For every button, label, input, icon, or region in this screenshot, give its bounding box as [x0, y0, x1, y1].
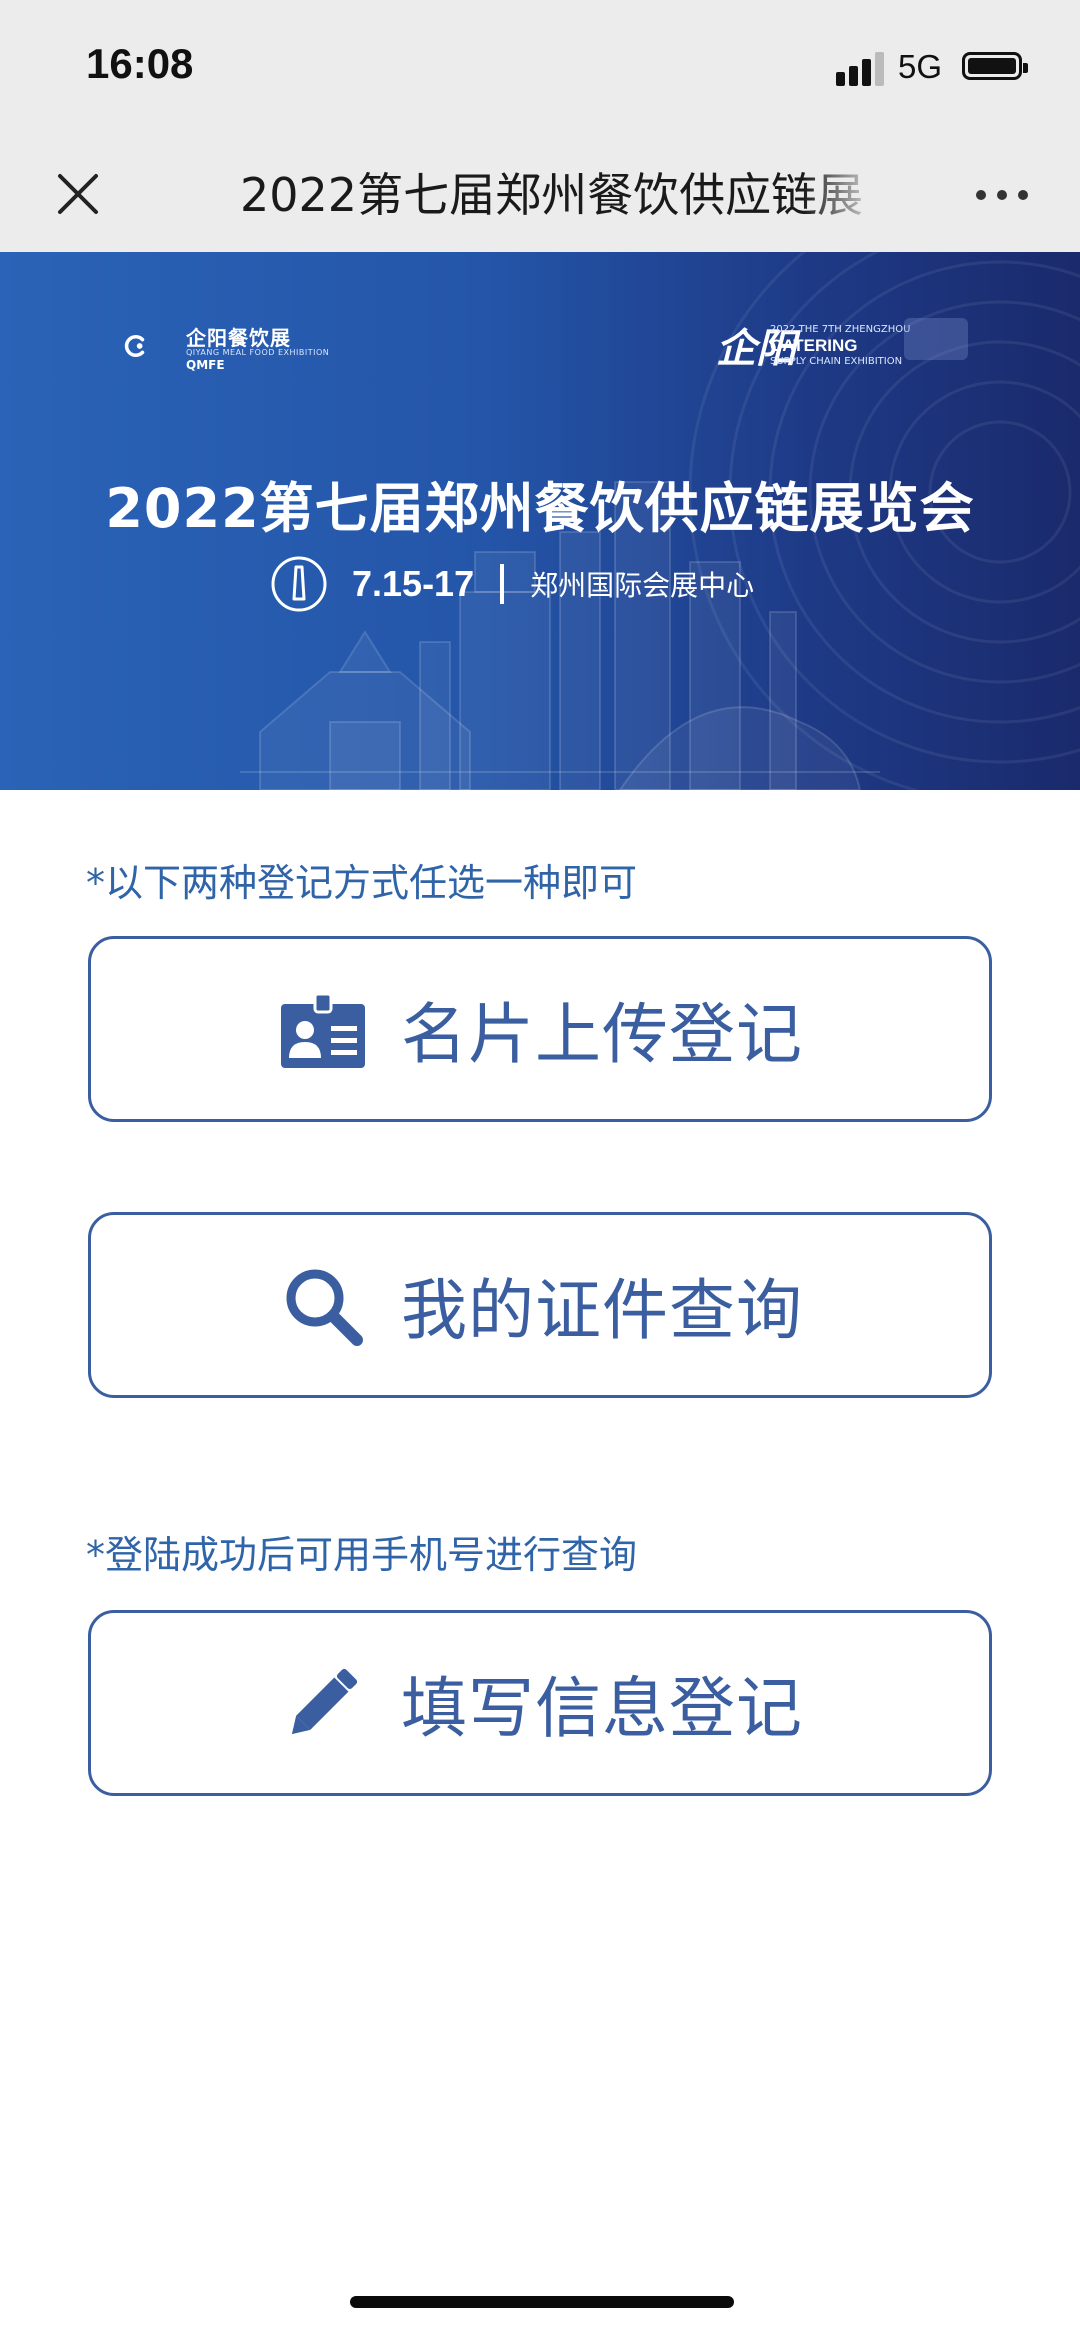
registration-note: *以下两种登记方式任选一种即可	[86, 861, 638, 905]
my-credential-query-button[interactable]: 我的证件查询	[88, 1212, 992, 1398]
logo-right-sub: SUPPLY CHAIN EXHIBITION	[770, 356, 903, 367]
status-bar: 16:08 5G	[0, 0, 1080, 140]
banner-date: 7.15-17	[352, 563, 475, 604]
business-card-upload-button[interactable]: 名片上传登记	[88, 936, 992, 1122]
signal-icon	[836, 50, 888, 86]
status-time: 16:08	[86, 40, 194, 87]
home-indicator[interactable]	[350, 2296, 734, 2308]
page-title: 2022第七届郑州餐饮供应链展	[240, 168, 864, 222]
fill-info-register-label: 填写信息登记	[401, 1670, 803, 1747]
nav-bar: 2022第七届郑州餐饮供应链展	[0, 140, 1080, 252]
network-label: 5G	[898, 48, 943, 85]
business-card-upload-label: 名片上传登记	[401, 996, 803, 1073]
logo-right-blurred-mark	[904, 318, 968, 360]
my-credential-query-label: 我的证件查询	[401, 1272, 803, 1349]
logo-right-top: 2022 THE 7TH ZHENGZHOU	[770, 324, 911, 335]
battery-icon	[962, 52, 1028, 80]
login-query-note: *登陆成功后可用手机号进行查询	[86, 1533, 638, 1577]
logo-left-subtitle: QIYANG MEAL FOOD EXHIBITION	[186, 348, 330, 357]
close-icon[interactable]	[52, 168, 104, 220]
banner-info: 7.15-17 郑州国际会展中心	[270, 554, 754, 614]
banner-title: 2022第七届郑州餐饮供应链展览会	[105, 477, 975, 540]
id-card-icon	[281, 992, 365, 1068]
banner-divider	[500, 564, 505, 604]
logo-right-main: CATERING	[770, 336, 858, 355]
tower-icon	[271, 556, 327, 612]
event-banner: 企阳餐饮展 QIYANG MEAL FOOD EXHIBITION QMFE 企…	[0, 252, 1080, 790]
search-icon	[286, 1269, 363, 1346]
qmfe-logo-icon	[124, 334, 145, 358]
logo-left-code: QMFE	[186, 358, 225, 372]
fill-info-register-button[interactable]: 填写信息登记	[88, 1610, 992, 1796]
pencil-icon	[291, 1668, 358, 1735]
logo-left-name: 企阳餐饮展	[186, 326, 291, 350]
more-icon[interactable]	[974, 178, 1030, 212]
banner-venue: 郑州国际会展中心	[530, 569, 755, 602]
